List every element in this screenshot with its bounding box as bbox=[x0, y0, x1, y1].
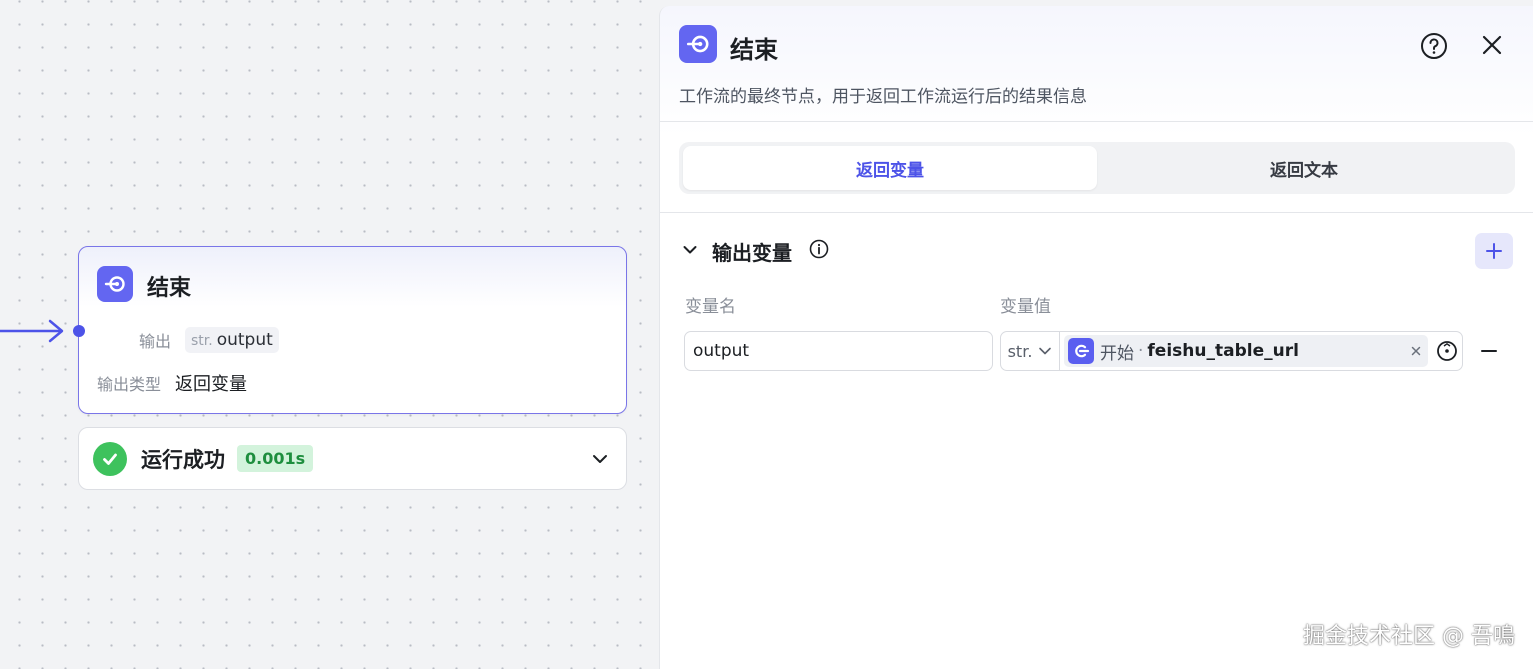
check-circle-icon bbox=[93, 441, 127, 476]
node-output-kind-label: 输出类型 bbox=[97, 375, 162, 394]
node-output-chip: str. output bbox=[185, 327, 279, 353]
output-mode-tabs: 返回变量 返回文本 bbox=[679, 142, 1515, 194]
tab-return-variable[interactable]: 返回变量 bbox=[683, 146, 1097, 190]
run-status-text: 运行成功 bbox=[141, 447, 225, 472]
output-variables-title: 输出变量 bbox=[712, 241, 792, 265]
end-node-icon bbox=[679, 25, 717, 63]
node-settings-panel: 结束 工作流的最终节点，用于返回工作流运行后的结果信息 返回变量 返回文本 输出… bbox=[659, 6, 1533, 669]
panel-description: 工作流的最终节点，用于返回工作流运行后的结果信息 bbox=[679, 87, 1087, 107]
node-output-name: output bbox=[216, 330, 273, 350]
run-duration-badge: 0.001s bbox=[237, 445, 314, 472]
run-status-bar[interactable]: 运行成功 0.001s bbox=[78, 427, 627, 490]
chevron-down-icon bbox=[1039, 347, 1052, 355]
variable-type-label: str. bbox=[1007, 341, 1033, 361]
node-output-type-row: 输出类型 返回变量 bbox=[97, 370, 247, 396]
variable-reference-tag[interactable]: 开始 · feishu_table_url bbox=[1064, 335, 1428, 367]
reference-variable-name: feishu_table_url bbox=[1147, 341, 1299, 361]
plus-icon bbox=[1486, 243, 1502, 259]
add-variable-button[interactable] bbox=[1475, 233, 1513, 269]
reference-node-name: 开始 bbox=[1100, 343, 1134, 364]
node-output-kind-value: 返回变量 bbox=[175, 374, 248, 395]
close-icon[interactable] bbox=[1480, 33, 1504, 57]
node-title: 结束 bbox=[147, 276, 192, 301]
node-output-row: 输出 str. output bbox=[79, 327, 279, 353]
column-header-value: 变量值 bbox=[1000, 297, 1051, 317]
node-output-label: 输出 bbox=[138, 332, 171, 351]
chevron-down-icon[interactable] bbox=[590, 449, 610, 469]
remove-variable-icon[interactable] bbox=[1479, 341, 1499, 361]
column-header-name: 变量名 bbox=[685, 297, 736, 317]
variable-value-field[interactable]: str. 开始 · feishu_table_url bbox=[1000, 331, 1463, 371]
clear-icon[interactable] bbox=[1410, 345, 1422, 357]
variable-name-input[interactable] bbox=[684, 331, 993, 371]
reference-separator: · bbox=[1138, 341, 1144, 361]
end-node-card[interactable]: 结束 输出 str. output 输出类型 返回变量 bbox=[73, 246, 627, 414]
start-node-icon bbox=[1068, 338, 1094, 364]
info-icon[interactable] bbox=[809, 239, 829, 259]
watermark: 掘金技术社区 @ 吾鳴 bbox=[1303, 624, 1515, 649]
variable-picker-icon[interactable] bbox=[1436, 340, 1458, 362]
end-node-icon bbox=[97, 266, 133, 302]
help-icon[interactable] bbox=[1420, 32, 1448, 60]
variable-type-select[interactable]: str. bbox=[1001, 332, 1060, 370]
node-output-type: str. bbox=[191, 333, 213, 349]
divider bbox=[660, 212, 1533, 213]
panel-title[interactable]: 结束 bbox=[730, 30, 778, 65]
chevron-down-icon[interactable] bbox=[682, 242, 698, 258]
workflow-canvas[interactable]: 结束 输出 str. output 输出类型 返回变量 运行成功 0.001s bbox=[0, 0, 660, 669]
tab-return-text[interactable]: 返回文本 bbox=[1097, 146, 1511, 190]
divider bbox=[660, 121, 1533, 122]
connection-edge bbox=[0, 319, 64, 343]
